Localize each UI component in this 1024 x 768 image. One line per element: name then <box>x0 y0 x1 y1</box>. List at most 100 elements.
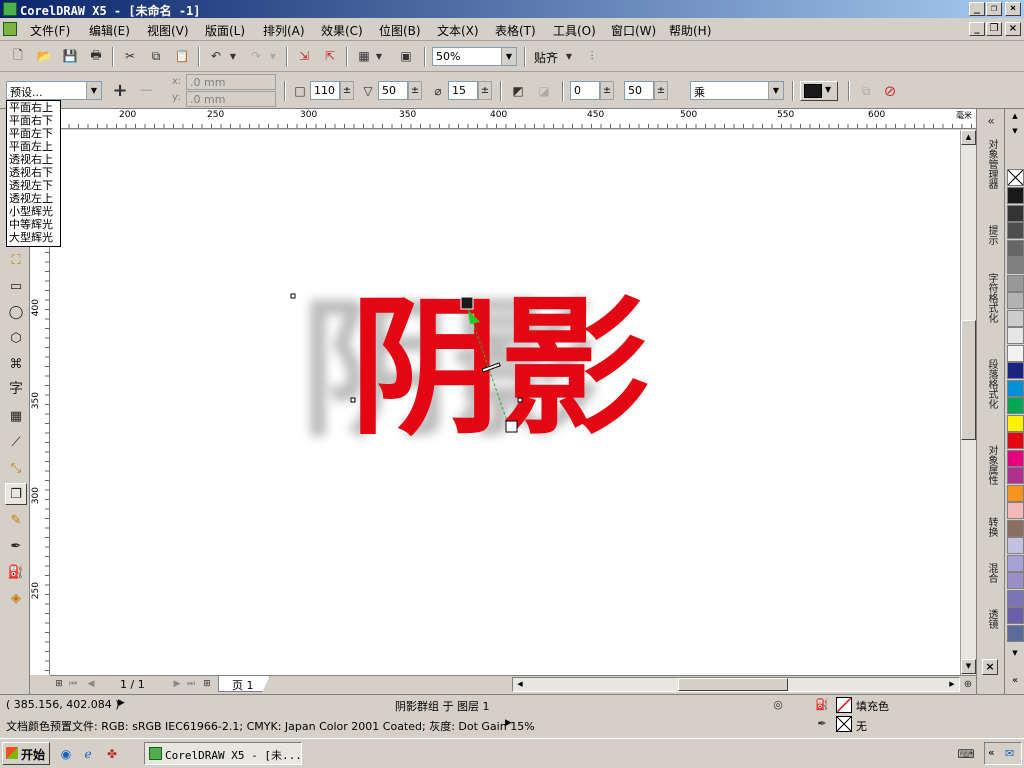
stretch-spinner[interactable]: ± <box>654 81 668 100</box>
scroll-left-icon[interactable]: ◀ <box>514 678 526 691</box>
scroll-thumb[interactable] <box>678 678 788 691</box>
angle-field[interactable]: 15 <box>448 81 478 100</box>
ellipse-tool-icon[interactable]: ◯ <box>5 301 27 323</box>
color-swatch[interactable] <box>1007 554 1024 572</box>
connector-tool-icon[interactable]: ⤡ <box>5 457 27 479</box>
horizontal-scrollbar[interactable]: ◀ ▶ <box>512 677 960 692</box>
ie-icon[interactable]: ℯ <box>78 744 98 764</box>
angle-spinner[interactable]: ± <box>478 81 492 100</box>
main-text[interactable]: 阴影 <box>350 282 650 456</box>
drop-shadow-tool-icon[interactable]: ❐ <box>5 483 27 505</box>
scroll-right-icon[interactable]: ▶ <box>946 678 958 691</box>
opacity-field[interactable]: 110 <box>310 81 340 100</box>
drawing-canvas[interactable]: 阴影 阴影 <box>50 130 960 675</box>
color-swatch[interactable] <box>1007 222 1024 239</box>
docker-tab-blend[interactable]: 混合 <box>980 563 1000 603</box>
color-swatch[interactable] <box>1007 589 1024 607</box>
document-icon[interactable] <box>3 22 17 36</box>
next-page-icon[interactable]: ▶ <box>170 676 184 692</box>
shadow-end-handle[interactable] <box>505 420 518 433</box>
fill-bucket-icon[interactable]: ⛽ <box>814 696 830 712</box>
zoom-navigator-icon[interactable]: ⊕ <box>960 675 976 693</box>
menu-text[interactable]: 文本(X) <box>437 22 479 39</box>
smart-fill-icon[interactable]: ⛶ <box>5 249 27 271</box>
welcome-screen-icon[interactable]: ▣ <box>396 46 416 66</box>
menu-help[interactable]: 帮助(H) <box>669 22 711 39</box>
color-swatch[interactable] <box>1007 187 1024 204</box>
shadow-color-picker[interactable]: ▼ <box>800 81 838 101</box>
add-page-icon[interactable]: ⊞ <box>52 676 66 692</box>
coreldraw-app-icon[interactable] <box>3 2 17 16</box>
page-tab[interactable]: 页 1 <box>218 676 270 692</box>
feather-field[interactable]: 50 <box>378 81 408 100</box>
color-profile-info[interactable]: 文档颜色预置文件: RGB: sRGB IEC61966-2.1; CMYK: … <box>6 718 535 734</box>
basic-shapes-icon[interactable]: ⌘ <box>5 353 27 375</box>
color-swatch[interactable] <box>1007 344 1024 362</box>
docker-tab-character-formatting[interactable]: 字符格式化 <box>980 273 1000 353</box>
copy-icon[interactable]: ⧉ <box>146 46 166 66</box>
close-button[interactable]: × <box>1005 2 1021 16</box>
feather-direction-icon[interactable]: ◩ <box>508 81 528 101</box>
media-icon[interactable]: ✤ <box>102 744 122 764</box>
menu-window[interactable]: 窗口(W) <box>611 22 656 39</box>
cut-icon[interactable]: ✂ <box>120 46 140 66</box>
previous-page-icon[interactable]: ◀ <box>84 676 98 692</box>
preset-combo[interactable]: 预设... ▼ <box>6 81 102 100</box>
outline-pen-icon[interactable]: ✒ <box>814 715 830 731</box>
menu-arrange[interactable]: 排列(A) <box>263 22 305 39</box>
scroll-thumb[interactable] <box>961 320 976 440</box>
minimize-button[interactable]: _ <box>969 2 985 16</box>
preset-item[interactable]: 中等辉光 <box>9 218 60 231</box>
preset-item[interactable]: 平面右上 <box>9 101 60 114</box>
merge-mode-combo[interactable]: 乘 ▼ <box>690 81 784 100</box>
close-docker-icon[interactable]: × <box>982 659 998 675</box>
preset-item[interactable]: 小型辉光 <box>9 205 60 218</box>
redo-dropdown-icon[interactable]: ▼ <box>268 46 278 66</box>
color-swatch[interactable] <box>1007 257 1024 274</box>
scroll-up-icon[interactable]: ▲ <box>961 130 976 145</box>
first-page-icon[interactable]: ⏮ <box>66 676 80 692</box>
status-expand-icon[interactable]: ▶ <box>118 698 125 708</box>
color-swatch[interactable] <box>1007 397 1024 414</box>
dimension-tool-icon[interactable]: ⟋ <box>5 431 27 453</box>
x-offset-field[interactable]: .0 mm <box>186 74 276 90</box>
tray-expand-icon[interactable]: « <box>988 746 995 759</box>
fade-spinner[interactable]: ± <box>600 81 614 100</box>
zoom-level-combo[interactable]: 50% ▼ <box>432 47 517 66</box>
color-swatch[interactable] <box>1007 432 1024 449</box>
maximize-button[interactable]: ❐ <box>986 2 1002 16</box>
launcher-dropdown-icon[interactable]: ▼ <box>374 46 384 66</box>
menu-table[interactable]: 表格(T) <box>495 22 536 39</box>
color-swatch[interactable] <box>1007 624 1024 642</box>
docker-tab-hints[interactable]: 提示 <box>980 225 1000 265</box>
palette-scroll-down-icon[interactable]: ▼ <box>1008 649 1022 661</box>
preset-item[interactable]: 平面左上 <box>9 140 60 153</box>
preset-item[interactable]: 大型辉光 <box>9 231 60 244</box>
selection-handle[interactable] <box>290 293 296 299</box>
rectangle-tool-icon[interactable]: ▭ <box>5 275 27 297</box>
undo-dropdown-icon[interactable]: ▼ <box>228 46 238 66</box>
stretch-field[interactable]: 50 <box>624 81 654 100</box>
fill-status-icon[interactable]: ◎ <box>770 696 786 712</box>
color-swatch[interactable] <box>1007 274 1024 292</box>
paste-icon[interactable]: 📋 <box>172 46 192 66</box>
scroll-down-icon[interactable]: ▼ <box>961 659 976 674</box>
preset-item[interactable]: 平面左下 <box>9 127 60 140</box>
color-swatch[interactable] <box>1007 537 1024 554</box>
outline-color-swatch[interactable] <box>836 716 852 732</box>
import-icon[interactable]: ⇲ <box>294 46 314 66</box>
fill-color-swatch[interactable] <box>836 697 852 713</box>
color-swatch[interactable] <box>1007 327 1024 344</box>
menu-view[interactable]: 视图(V) <box>147 22 189 39</box>
add-page-after-icon[interactable]: ⊞ <box>200 676 214 692</box>
color-swatch[interactable] <box>1007 572 1024 589</box>
outline-pen-icon[interactable]: ✒ <box>5 535 27 557</box>
copy-shadow-properties-icon[interactable]: ⧉ <box>856 81 876 101</box>
expand-docker-icon[interactable]: « <box>981 111 1001 131</box>
export-icon[interactable]: ⇱ <box>320 46 340 66</box>
chevron-down-icon[interactable]: ▼ <box>768 82 783 99</box>
opacity-spinner[interactable]: ± <box>340 81 354 100</box>
color-swatch[interactable] <box>1007 379 1024 397</box>
color-swatch[interactable] <box>1007 362 1024 379</box>
keyboard-icon[interactable]: ⌨ <box>956 744 976 764</box>
